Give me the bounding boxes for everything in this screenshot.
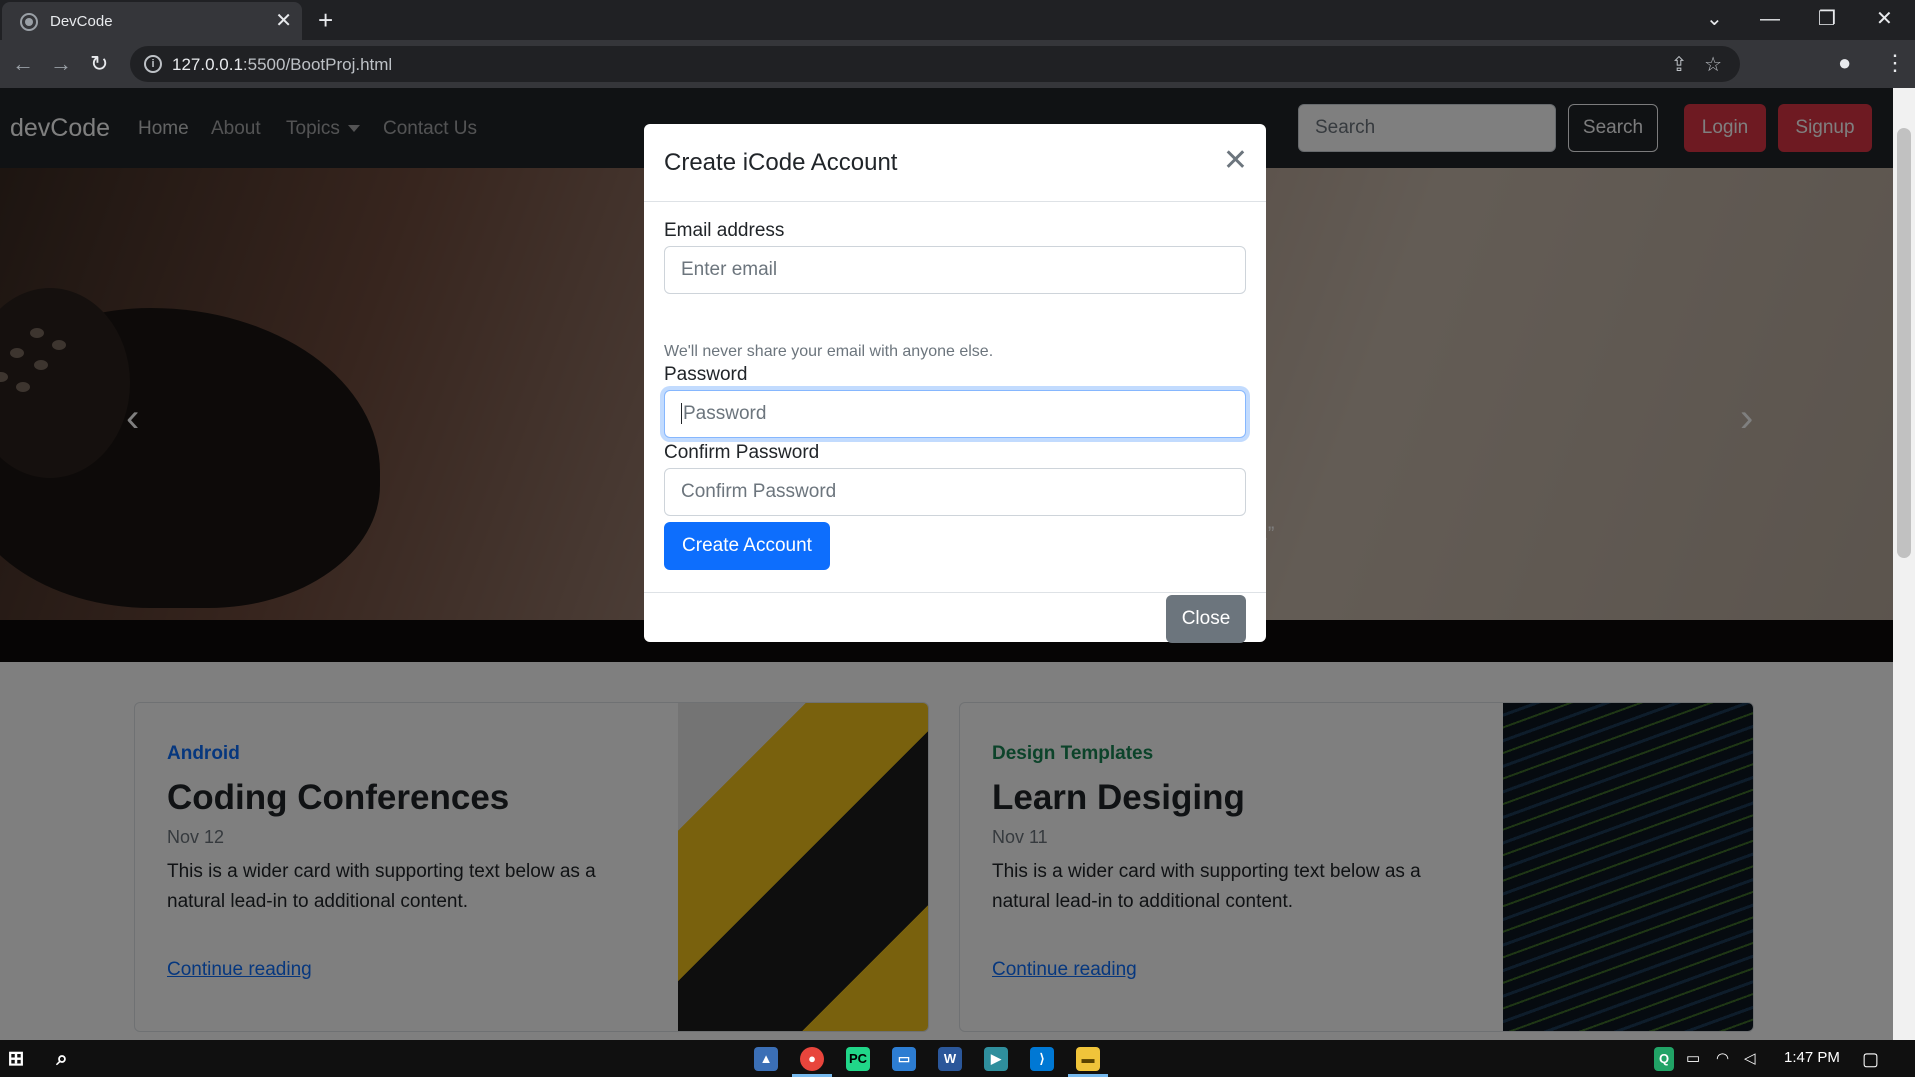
create-account-button[interactable]: Create Account xyxy=(664,522,830,570)
share-icon[interactable]: ⇪ xyxy=(1671,54,1688,76)
menu-kebab-icon[interactable]: ⋮ xyxy=(1884,50,1906,76)
url-text[interactable]: 127.0.0.1:5500/BootProj.html xyxy=(172,55,392,75)
page-scrollbar[interactable] xyxy=(1893,88,1915,1040)
search-icon[interactable]: ⌕ xyxy=(50,1047,74,1071)
email-help-text: We'll never share your email with anyone… xyxy=(664,343,994,360)
password-label: Password xyxy=(664,364,748,385)
app-window-icon[interactable]: ▭ xyxy=(892,1047,916,1071)
minimize-button[interactable]: — xyxy=(1760,4,1780,34)
windows-taskbar: ⊞ ⌕ ▲ ● PC ▭ W ▶ ⟩ ▬ Q ▭ ◠ ◁ 1:47 PM ▢ xyxy=(0,1040,1915,1077)
page-viewport: devCode Home About Topics Contact Us Sea… xyxy=(0,88,1893,1040)
confirm-password-field[interactable]: Confirm Password xyxy=(664,468,1246,516)
app-icon[interactable]: ▶ xyxy=(984,1047,1008,1071)
globe-icon xyxy=(20,13,38,31)
clock[interactable]: 1:47 PM xyxy=(1784,1049,1840,1066)
app-icon[interactable]: ▲ xyxy=(754,1047,778,1071)
tab-title: DevCode xyxy=(50,13,113,30)
tab-search-icon[interactable]: ⌄ xyxy=(1706,4,1723,34)
info-icon[interactable]: i xyxy=(144,55,162,73)
browser-toolbar: ← → ↻ i 127.0.0.1:5500/BootProj.html ⇪ ☆… xyxy=(0,40,1915,88)
browser-tab-bar: DevCode ✕ + ⌄ — ❐ ✕ xyxy=(0,0,1915,40)
bookmark-star-icon[interactable]: ☆ xyxy=(1704,54,1722,76)
address-bar[interactable]: i 127.0.0.1:5500/BootProj.html ⇪ ☆ xyxy=(130,46,1740,82)
windows-start-icon[interactable]: ⊞ xyxy=(4,1047,28,1071)
battery-icon[interactable]: ▭ xyxy=(1686,1049,1700,1067)
reload-icon[interactable]: ↻ xyxy=(90,50,108,78)
restore-button[interactable]: ❐ xyxy=(1818,4,1836,34)
tray-app-icon[interactable]: Q xyxy=(1654,1047,1674,1071)
modal-footer: Close xyxy=(644,592,1266,643)
chrome-icon[interactable]: ● xyxy=(800,1047,824,1071)
pycharm-icon[interactable]: PC xyxy=(846,1047,870,1071)
word-icon[interactable]: W xyxy=(938,1047,962,1071)
modal-header: Create iCode Account ✕ xyxy=(644,124,1266,202)
volume-icon[interactable]: ◁ xyxy=(1744,1049,1756,1067)
close-button[interactable]: Close xyxy=(1166,595,1246,643)
password-field[interactable]: Password xyxy=(664,390,1246,438)
window-close-button[interactable]: ✕ xyxy=(1876,4,1893,34)
file-explorer-icon[interactable]: ▬ xyxy=(1076,1047,1100,1071)
forward-arrow-icon[interactable]: → xyxy=(50,50,72,78)
signup-modal: Create iCode Account ✕ Email address Ent… xyxy=(644,124,1266,643)
email-field[interactable]: Enter email xyxy=(664,246,1246,294)
wifi-icon[interactable]: ◠ xyxy=(1716,1049,1729,1067)
profile-icon[interactable]: ● xyxy=(1838,50,1851,76)
new-tab-button[interactable]: + xyxy=(318,4,333,36)
address-bar-icons: ⇪ ☆ xyxy=(1671,52,1722,77)
back-arrow-icon[interactable]: ← xyxy=(12,50,34,78)
browser-tab[interactable]: DevCode ✕ xyxy=(2,2,302,40)
notification-icon[interactable]: ▢ xyxy=(1862,1049,1879,1070)
tab-close-icon[interactable]: ✕ xyxy=(275,8,292,34)
vscode-icon[interactable]: ⟩ xyxy=(1030,1047,1054,1071)
email-label: Email address xyxy=(664,220,785,241)
scrollbar-thumb[interactable] xyxy=(1897,128,1911,558)
close-icon[interactable]: ✕ xyxy=(1223,146,1248,176)
confirm-password-label: Confirm Password xyxy=(664,442,820,463)
modal-title: Create iCode Account xyxy=(664,149,898,176)
